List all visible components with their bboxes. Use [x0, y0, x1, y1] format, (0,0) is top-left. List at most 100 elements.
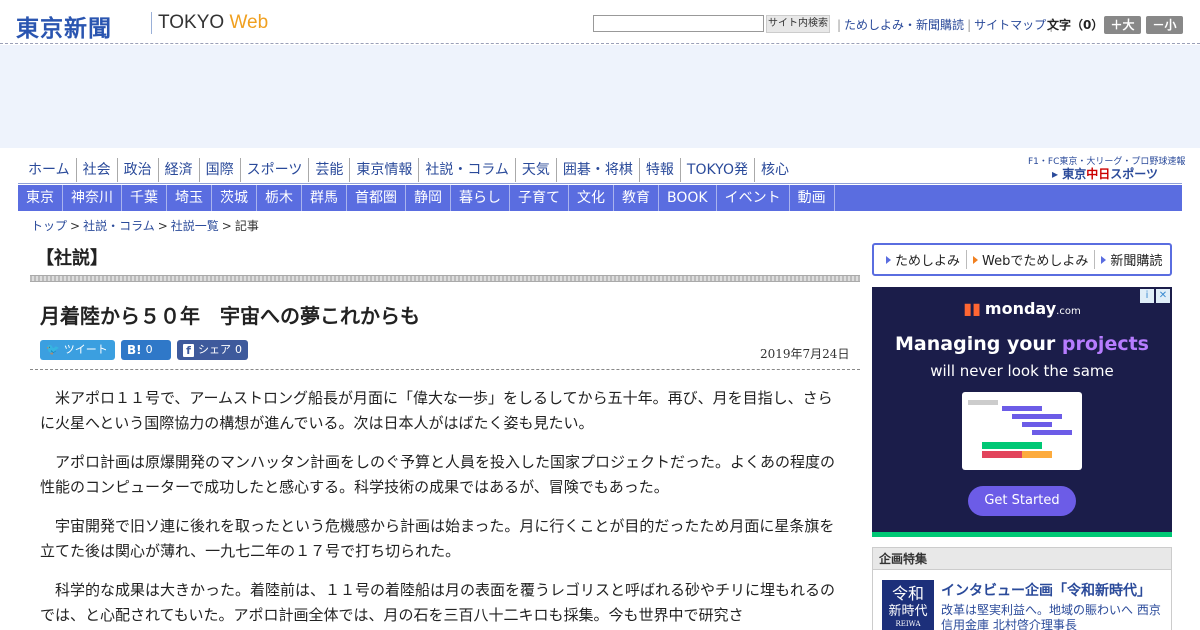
- subscription-links-box: ためしよみ Webでためしよみ 新聞購読: [872, 243, 1172, 276]
- screenshot-bar: [1022, 451, 1052, 458]
- feature-thumb-line2: 新時代: [888, 604, 928, 619]
- nav2-item-event[interactable]: イベント: [717, 185, 790, 211]
- screenshot-bar: [1012, 414, 1062, 419]
- feature-headline-link[interactable]: インタビュー企画「令和新時代」: [941, 580, 1151, 600]
- ad-brand-name: monday: [984, 299, 1057, 318]
- header-link-sitemap[interactable]: サイトマップ: [974, 18, 1046, 32]
- feature-box: 企画特集 令和 新時代 REIWA インタビュー企画「令和新時代」 改革は堅実利…: [872, 547, 1172, 630]
- hatena-icon: B!: [127, 343, 142, 357]
- web-trial-reading-label: Webでためしよみ: [982, 254, 1089, 269]
- breadcrumb-sep: >: [157, 219, 168, 233]
- twitter-icon: 🐦: [46, 343, 60, 356]
- ad-headline-highlight: projects: [1061, 333, 1149, 355]
- nav2-item-saitama[interactable]: 埼玉: [167, 185, 212, 211]
- breadcrumb-top[interactable]: トップ: [31, 219, 67, 233]
- search-button[interactable]: サイト内検索: [766, 15, 830, 33]
- nav2-item-gunma[interactable]: 群馬: [302, 185, 347, 211]
- ad-subline: will never look the same: [930, 362, 1114, 380]
- site-logo[interactable]: 東京新聞: [16, 9, 112, 43]
- article-paragraph: 科学的な成果は大きかった。着陸前は、１１号の着陸船は月の表面を覆うレゴリスと呼ば…: [40, 581, 836, 624]
- font-size-label: 文字（0）: [1047, 18, 1104, 32]
- arrow-right-icon: [973, 255, 979, 264]
- nav-item-editorial[interactable]: 社説・コラム: [419, 158, 516, 182]
- newspaper-subscribe-label: 新聞購読: [1110, 254, 1163, 269]
- nav-item-society[interactable]: 社会: [77, 158, 118, 182]
- feature-thumbnail[interactable]: 令和 新時代 REIWA: [882, 580, 934, 630]
- nav-item-entertainment[interactable]: 芸能: [309, 158, 351, 182]
- nav2-item-book[interactable]: BOOK: [659, 185, 717, 211]
- facebook-share-button[interactable]: f シェア 0: [177, 340, 248, 360]
- header-link-subscribe[interactable]: ためしよみ・新聞購読: [844, 18, 964, 32]
- feature-thumb-line3: REIWA: [895, 620, 921, 628]
- primary-nav: ホーム 社会 政治 経済 国際 スポーツ 芸能 東京情報 社説・コラム 天気 囲…: [22, 158, 795, 182]
- arrow-right-icon: [886, 255, 891, 264]
- trial-reading-label: ためしよみ: [895, 254, 961, 269]
- facebook-share-count: 0: [235, 343, 242, 356]
- nav-item-tokuho[interactable]: 特報: [640, 158, 681, 182]
- nav-item-tokyo-info[interactable]: 東京情報: [350, 158, 420, 182]
- top-ad-banner: [0, 45, 1200, 148]
- secondary-nav: 東京 神奈川 千葉 埼玉 茨城 栃木 群馬 首都圏 静岡 暮らし 子育て 文化 …: [18, 185, 1182, 211]
- search-input[interactable]: [593, 15, 764, 32]
- hatena-bookmark-button[interactable]: B! 0: [121, 340, 171, 360]
- sidebar-ad[interactable]: i ✕ ▮▮ monday.com Managing your projects …: [872, 287, 1172, 537]
- nav2-item-video[interactable]: 動画: [790, 185, 835, 211]
- nav2-item-kanagawa[interactable]: 神奈川: [63, 185, 122, 211]
- facebook-share-label: シェア: [198, 343, 231, 356]
- section-label: 【社説】: [36, 248, 108, 269]
- nav2-item-chiba[interactable]: 千葉: [122, 185, 167, 211]
- ad-get-started-button[interactable]: Get Started: [968, 486, 1076, 516]
- nav2-item-tokyo[interactable]: 東京: [18, 185, 63, 211]
- screenshot-bar: [1032, 430, 1072, 435]
- sports-logo-suffix: スポーツ: [1110, 167, 1158, 181]
- article-headline: 月着陸から５０年 宇宙への夢これからも: [40, 304, 420, 328]
- nav-item-home[interactable]: ホーム: [22, 158, 77, 182]
- sports-promo-logo[interactable]: ▸ 東京中日スポーツ: [1052, 165, 1158, 182]
- nav2-item-shizuoka[interactable]: 静岡: [406, 185, 451, 211]
- nav2-item-bunka[interactable]: 文化: [569, 185, 614, 211]
- font-size-decrease-button[interactable]: －小: [1146, 16, 1183, 34]
- nav-item-go-shogi[interactable]: 囲碁・将棋: [557, 158, 640, 182]
- screenshot-bar: [982, 451, 1022, 458]
- breadcrumb-editorial[interactable]: 社説・コラム: [83, 219, 155, 233]
- section-divider: [30, 275, 860, 282]
- nav2-item-kurashi[interactable]: 暮らし: [451, 185, 510, 211]
- divider: |: [837, 18, 842, 32]
- feature-description-link[interactable]: 改革は堅実利益へ。地域の賑わいへ 西京信用金庫 北村啓介理事長: [941, 603, 1161, 630]
- nav2-item-kosodate[interactable]: 子育て: [510, 185, 569, 211]
- nav2-item-kyoiku[interactable]: 教育: [614, 185, 659, 211]
- newspaper-subscribe-link[interactable]: 新聞購読: [1095, 250, 1168, 269]
- screenshot-bar: [1022, 422, 1052, 427]
- nav-item-international[interactable]: 国際: [200, 158, 241, 182]
- nav-item-economy[interactable]: 経済: [159, 158, 200, 182]
- screenshot-bar: [968, 400, 998, 405]
- hatena-count: 0: [145, 343, 153, 356]
- nav-item-tokyo-hatsu[interactable]: TOKYO発: [681, 158, 755, 182]
- arrow-right-icon: [1101, 255, 1107, 264]
- ad-headline: Managing your projects: [872, 333, 1172, 355]
- sports-logo-highlight: 中日: [1086, 167, 1111, 181]
- site-logo-en[interactable]: TOKYO Web: [158, 12, 268, 34]
- logo-divider: [151, 12, 152, 34]
- breadcrumb: トップ > 社説・コラム > 社説一覧 > 記事: [31, 217, 259, 234]
- nav-item-weather[interactable]: 天気: [516, 158, 557, 182]
- nav-item-kakushin[interactable]: 核心: [755, 158, 795, 182]
- nav2-item-shutoken[interactable]: 首都圏: [347, 185, 406, 211]
- site-header: 東京新聞 TOKYO Web サイト内検索 | ためしよみ・新聞購読 | サイトマップ…: [0, 0, 1200, 44]
- breadcrumb-editorial-list[interactable]: 社説一覧: [171, 219, 219, 233]
- nav-item-politics[interactable]: 政治: [118, 158, 159, 182]
- font-size-increase-button[interactable]: ＋大: [1104, 16, 1141, 34]
- tweet-button[interactable]: 🐦 ツイート: [40, 340, 115, 360]
- nav2-item-tochigi[interactable]: 栃木: [257, 185, 302, 211]
- feature-thumb-line1: 令和: [891, 584, 924, 603]
- ad-brand-suffix: .com: [1056, 306, 1081, 317]
- trial-reading-link[interactable]: ためしよみ: [880, 250, 968, 269]
- divider: |: [967, 18, 972, 32]
- screenshot-bar: [982, 442, 1042, 449]
- logo-en-text: TOKYO: [158, 12, 225, 33]
- nav2-item-ibaraki[interactable]: 茨城: [212, 185, 257, 211]
- article-divider: [30, 369, 860, 370]
- web-trial-reading-link[interactable]: Webでためしよみ: [967, 250, 1096, 269]
- nav-item-sports[interactable]: スポーツ: [241, 158, 310, 182]
- screenshot-bar: [1002, 406, 1042, 411]
